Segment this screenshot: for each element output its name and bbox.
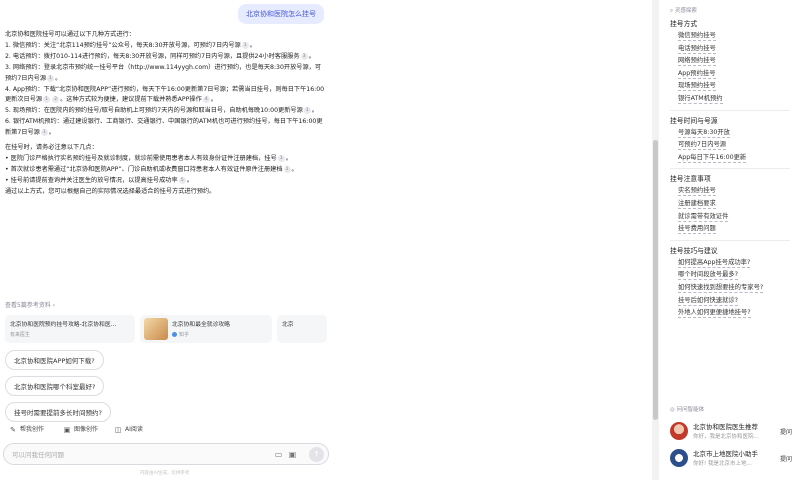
method-item: 3. 网络预约：登录北京市预约统一挂号平台（http://www.114yygh… (5, 63, 322, 82)
folder-icon[interactable]: ▭ (273, 449, 284, 460)
sidebar-topic-link[interactable]: 哪个时间段放号最多? (678, 270, 739, 281)
citation-marker[interactable]: 1 (43, 96, 51, 104)
citation-marker[interactable]: 2 (52, 96, 60, 104)
sidebar-topic-link[interactable]: 注册建档要求 (678, 199, 716, 209)
sidebar-section-title: 挂号技巧与建议 (670, 246, 718, 255)
sidebar-topic-link[interactable]: 电话预约挂号 (678, 44, 716, 54)
tool-label: 帮我创作 (20, 426, 45, 433)
doctor-avatar (670, 422, 688, 440)
reference-cards: 北京协和医院预约挂号攻略-北京协和医... 有来医生 北京协和最全就诊攻略 知乎… (5, 315, 327, 343)
inspiration-sidebar: ⌕ 灵感探索 ◎ 问问智能体 北京协和医院医生推荐 你好，我是北京协和医院...… (670, 0, 798, 480)
sidebar-header: ⌕ 灵感探索 (670, 6, 697, 15)
scrollbar-thumb[interactable] (653, 140, 658, 420)
method-item: 1. 微信预约：关注“北京114预约挂号”公众号，每天8:30开放号源，可预约7… (5, 41, 256, 49)
sidebar-section-title: 挂号注意事项 (670, 175, 711, 184)
suggested-question[interactable]: 挂号时需要提前多长时间预约? (5, 402, 111, 422)
sidebar-section-title: 挂号方式 (670, 20, 698, 28)
method-item: 4. App预约：下载“北京协和医院APP”进行预约，每天下午16:00更新第7… (5, 85, 325, 104)
citation-marker[interactable]: 1 (241, 41, 249, 49)
agent-name: 北京市上地医院小助手 (693, 450, 758, 458)
sidebar-topic-link[interactable]: 如何提高App挂号成功率? (678, 258, 751, 268)
sidebar-header-label: 灵感探索 (674, 8, 697, 14)
ai-disclaimer: 内容由AI生成，仅供参考 (140, 471, 190, 476)
sidebar-topic-link[interactable]: 微信预约挂号 (678, 31, 716, 41)
send-button[interactable]: ↑ (309, 447, 324, 462)
reference-card-title: 北京 (282, 322, 294, 328)
pen-icon: ✎ (10, 426, 16, 434)
note-item: • 医院门诊严格执行实名预约挂号及就诊制度，就诊前需使用患者本人有效身份证件注册… (5, 154, 292, 162)
write-tool-button[interactable]: ✎ 帮我创作 (8, 423, 44, 437)
sidebar-topic-link[interactable]: App预约挂号 (678, 69, 716, 79)
chat-input-box: ▭ ▣ ↑ (3, 443, 329, 465)
agent-card[interactable]: 北京市上地医院小助手 你好! 我是北京市上地... 提问 (670, 447, 798, 473)
citation-marker[interactable]: 1 (47, 74, 55, 82)
citation-marker[interactable]: 4 (202, 96, 210, 104)
method-item: 2. 电话预约：拨打010-114进行预约，每天8:30开放号源，同样可预约7日… (5, 52, 315, 60)
answer-conclusion: 通过以上方式，您可以根据自己的实际情况选择最适合的挂号方式进行预约。 (5, 187, 216, 195)
reference-card[interactable]: 北京协和最全就诊攻略 知乎 (140, 315, 272, 343)
sidebar-topic-link[interactable]: 如何快速找到想要挂的专家号? (678, 283, 764, 293)
ai-read-tool-button[interactable]: ◫ AI阅读 (113, 423, 143, 437)
reference-card-title: 北京协和医院预约挂号攻略-北京协和医... (10, 322, 117, 328)
sidebar-topic-link[interactable]: 挂号费用问题 (678, 224, 716, 235)
reference-card[interactable]: 北京 (277, 315, 327, 343)
ask-button[interactable]: 提问 (780, 454, 792, 463)
reference-card-source: 有来医生 (10, 332, 31, 338)
citation-marker[interactable]: 1 (277, 154, 285, 162)
zhihu-icon (172, 331, 177, 337)
notes-title: 在挂号时，请务必注意以下几点： (5, 144, 98, 152)
sidebar-topic-link[interactable]: 号源每天8:30开放 (678, 128, 730, 138)
note-item: • 首次就诊患者需通过“北京协和医院APP”、门诊自助机或收费窗口持患者本人有效… (5, 165, 298, 173)
sidebar-section-title: 挂号时间与号源 (670, 116, 718, 125)
sidebar-topic-link[interactable]: 现场预约挂号 (678, 81, 716, 92)
agent-card[interactable]: 北京协和医院医生推荐 你好，我是北京协和医院... 提问 (670, 420, 798, 446)
suggested-question[interactable]: 北京协和医院APP如何下载? (5, 350, 104, 370)
chat-panel: 北京协和医院怎么挂号 北京协和医院挂号可以通过以下几种方式进行： 1. 微信预约… (0, 0, 335, 480)
chat-input[interactable] (12, 448, 262, 461)
sidebar-topic-link[interactable]: App每日下午16:00更新 (678, 153, 747, 163)
user-question-bubble: 北京协和医院怎么挂号 (238, 4, 324, 24)
tool-label: AI阅读 (125, 426, 143, 433)
method-item: 6. 银行ATM机预约：通过建设银行、工商银行、交通银行、中国银行的ATM机也可… (5, 118, 323, 137)
section-divider (670, 239, 790, 241)
reference-card-source: 知乎 (179, 332, 190, 338)
citation-marker[interactable]: 3 (300, 52, 308, 60)
references-link[interactable]: 查看5篇参考资料 › (5, 300, 55, 309)
reference-card[interactable]: 北京协和医院预约挂号攻略-北京协和医... 有来医生 (5, 315, 135, 343)
scrollbar[interactable] (652, 0, 659, 480)
reference-thumbnail (144, 318, 168, 340)
agent-description: 你好，我是北京协和医院... (693, 434, 759, 440)
method-item: 5. 现场预约：在医院内的预约挂号/取号自助机上可预约7天内的号源和取当日号，自… (5, 107, 318, 115)
sidebar-topic-link[interactable]: 可预约7日内号源 (678, 140, 727, 151)
ask-button[interactable]: 提问 (780, 427, 792, 436)
sidebar-topic-link[interactable]: 挂号后如何快速就诊? (678, 296, 739, 306)
sidebar-topic-link[interactable]: 实名预约挂号 (678, 186, 716, 197)
note-item: • 挂号前请提前查询并关注医生的放号情况，以提高挂号成功率 5。 (5, 176, 193, 184)
citation-marker[interactable]: 1 (283, 165, 291, 173)
answer-text: 北京协和医院挂号可以通过以下几种方式进行： 1. 微信预约：关注“北京114预约… (5, 30, 327, 198)
answer-intro: 北京协和医院挂号可以通过以下几种方式进行： (5, 31, 135, 38)
agents-header-label: 问问智能体 (676, 407, 705, 413)
section-divider (670, 168, 790, 170)
image-icon: ▣ (63, 426, 71, 434)
citation-marker[interactable]: 1 (40, 129, 48, 137)
agent-description: 你好! 我是北京市上地... (693, 461, 752, 467)
document-icon: ◫ (114, 426, 122, 434)
image-upload-icon[interactable]: ▣ (287, 449, 298, 460)
suggested-question[interactable]: 北京协和医院哪个科室最好? (5, 376, 105, 396)
citation-marker[interactable]: 5 (178, 176, 186, 184)
image-tool-button[interactable]: ▣ 图像创作 (62, 423, 98, 437)
sidebar-topic-link[interactable]: 银行ATM机预约 (678, 94, 723, 104)
sidebar-topic-link[interactable]: 网络预约挂号 (678, 56, 716, 67)
hospital-logo-avatar (670, 449, 688, 467)
sidebar-topic-link[interactable]: 外地人如何更便捷地挂号? (678, 308, 751, 319)
tool-label: 图像创作 (74, 426, 99, 433)
sidebar-topic-link[interactable]: 就诊需带有效证件 (678, 212, 729, 222)
agents-header: ◎ 问问智能体 (670, 405, 704, 413)
section-divider (670, 109, 790, 111)
reference-card-title: 北京协和最全就诊攻略 (172, 322, 230, 328)
agent-name: 北京协和医院医生推荐 (693, 423, 758, 431)
citation-marker[interactable]: 1 (303, 107, 311, 115)
